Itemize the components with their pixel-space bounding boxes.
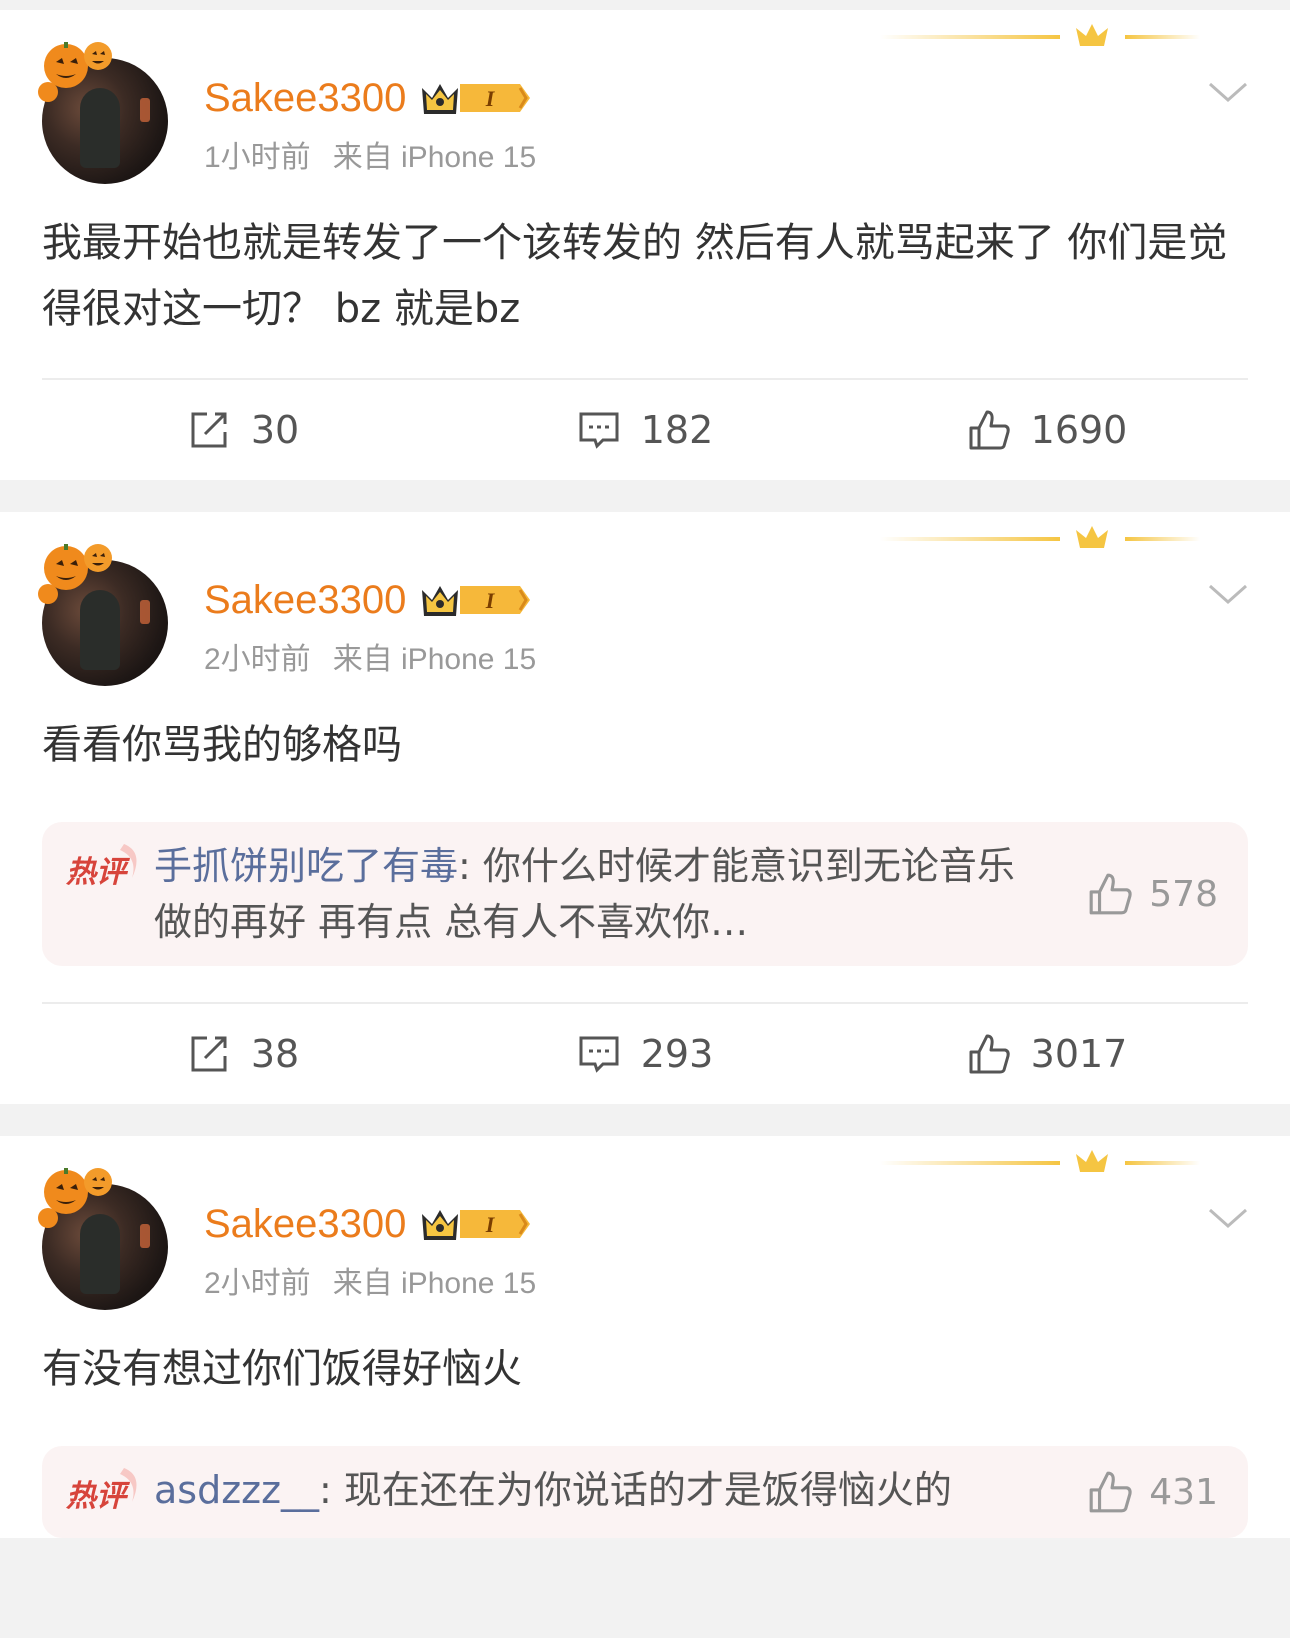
pumpkin-decoration-icon bbox=[38, 42, 112, 102]
username[interactable]: Sakee3300 bbox=[204, 578, 406, 623]
post-time: 2小时前 bbox=[204, 1267, 311, 1300]
like-count: 1690 bbox=[1030, 408, 1128, 452]
comment-button[interactable]: 182 bbox=[444, 408, 846, 452]
post-time: 1小时前 bbox=[204, 141, 311, 174]
pumpkin-decoration-icon bbox=[38, 1168, 112, 1228]
hot-comment-user[interactable]: 手抓饼别吃了有毒 bbox=[154, 844, 458, 888]
vip-level-text: I bbox=[485, 86, 496, 111]
post-meta: 2小时前 来自 iPhone 15 bbox=[204, 1258, 536, 1302]
action-bar: 30 182 1690 bbox=[42, 380, 1248, 480]
vip-crown-badge-icon[interactable]: I bbox=[420, 1204, 532, 1244]
username[interactable]: Sakee3300 bbox=[204, 1202, 406, 1247]
post-content: 看看你骂我的够格吗 bbox=[42, 722, 402, 768]
thumbs-up-icon bbox=[1089, 873, 1132, 915]
hot-comment-like-button[interactable]: 578 bbox=[1077, 838, 1218, 950]
vip-level-text: I bbox=[485, 588, 496, 613]
comment-count: 293 bbox=[640, 1032, 714, 1076]
hot-comment-like-count: 578 bbox=[1149, 873, 1218, 915]
repost-icon bbox=[191, 1036, 227, 1072]
hot-comment-badge-icon: 热评 bbox=[65, 844, 137, 890]
pumpkin-decoration-icon bbox=[38, 544, 112, 604]
hot-badge-text: 热评 bbox=[65, 1479, 131, 1514]
avatar[interactable] bbox=[38, 1166, 182, 1310]
vip-crown-badge-icon[interactable]: I bbox=[420, 580, 532, 620]
hot-comment-body: : 现在还在为你说话的才是饭得恼火的 bbox=[319, 1468, 952, 1512]
post-content: 有没有想过你们饭得好恼火 bbox=[42, 1346, 522, 1392]
post-header: Sakee3300 I 2小时前 来自 iPhone 15 bbox=[38, 542, 1248, 692]
like-button[interactable]: 1690 bbox=[846, 408, 1248, 452]
hot-comment-text: asdzzz__: 现在还在为你说话的才是饭得恼火的 bbox=[154, 1462, 1077, 1522]
action-bar: 38 293 3017 bbox=[42, 1004, 1248, 1104]
vip-level-text: I bbox=[485, 1212, 496, 1237]
avatar[interactable] bbox=[38, 40, 182, 184]
repost-icon bbox=[191, 412, 227, 448]
thumbs-up-icon bbox=[969, 410, 1010, 450]
thumbs-up-icon bbox=[1089, 1471, 1132, 1513]
post-source: 来自 iPhone 15 bbox=[332, 643, 537, 676]
avatar[interactable] bbox=[38, 542, 182, 686]
post-source: 来自 iPhone 15 bbox=[332, 1267, 537, 1300]
comment-button[interactable]: 293 bbox=[444, 1032, 846, 1076]
post-source: 来自 iPhone 15 bbox=[332, 141, 537, 174]
repost-button[interactable]: 30 bbox=[42, 408, 444, 452]
post-content: 我最开始也就是转发了一个该转发的 然后有人就骂起来了 你们是觉得很对这一切？ b… bbox=[42, 220, 1228, 332]
hot-comment[interactable]: 热评 asdzzz__: 现在还在为你说话的才是饭得恼火的 431 bbox=[42, 1446, 1248, 1538]
username[interactable]: Sakee3300 bbox=[204, 76, 406, 121]
hot-comment-like-count: 431 bbox=[1149, 1471, 1218, 1513]
post-card[interactable]: Sakee3300 I 2小时前来自 iPhone 15 看看你骂我的够格吗 bbox=[0, 512, 1290, 1104]
hot-comment[interactable]: 热评 手抓饼别吃了有毒: 你什么时候才能意识到无论音乐做的再好 再有点 总有人不… bbox=[42, 822, 1248, 966]
repost-button[interactable]: 38 bbox=[42, 1032, 444, 1076]
hot-comment-user[interactable]: asdzzz__ bbox=[154, 1468, 319, 1512]
hot-comment-text: 手抓饼别吃了有毒: 你什么时候才能意识到无论音乐做的再好 再有点 总有人不喜欢你… bbox=[154, 838, 1077, 950]
repost-count: 30 bbox=[250, 408, 300, 452]
hot-badge-text: 热评 bbox=[65, 855, 131, 890]
like-count: 3017 bbox=[1030, 1032, 1128, 1076]
post-meta: 2小时前 来自 iPhone 15 bbox=[204, 634, 536, 678]
post-card[interactable]: Sakee3300 I 1小时前 来自 iPhone 15 我最开始也就是转发了一… bbox=[0, 10, 1290, 480]
post-card[interactable]: Sakee3300 I 2小时前 来自 iPhone 15 有没有想过你们饭得好恼… bbox=[0, 1136, 1290, 1538]
weibo-feed: Sakee3300 I 1小时前 来自 iPhone 15 我最开始也就是转发了一… bbox=[0, 10, 1290, 1538]
chevron-down-icon[interactable] bbox=[1208, 582, 1248, 606]
repost-count: 38 bbox=[250, 1032, 300, 1076]
post-time: 2小时前 bbox=[204, 643, 311, 676]
comment-icon bbox=[579, 1036, 619, 1073]
like-button[interactable]: 3017 bbox=[846, 1032, 1248, 1076]
thumbs-up-icon bbox=[969, 1034, 1010, 1074]
hot-comment-badge-icon: 热评 bbox=[65, 1468, 137, 1514]
post-meta: 1小时前 来自 iPhone 15 bbox=[204, 132, 536, 176]
post-header: Sakee3300 I 1小时前 来自 iPhone 15 bbox=[38, 40, 1248, 190]
hot-comment-like-button[interactable]: 431 bbox=[1077, 1462, 1218, 1522]
comment-count: 182 bbox=[640, 408, 714, 452]
chevron-down-icon[interactable] bbox=[1208, 80, 1248, 104]
post-header: Sakee3300 I 2小时前 来自 iPhone 15 bbox=[38, 1166, 1248, 1316]
comment-icon bbox=[579, 412, 619, 449]
vip-crown-badge-icon[interactable]: I bbox=[420, 78, 532, 118]
chevron-down-icon[interactable] bbox=[1208, 1206, 1248, 1230]
